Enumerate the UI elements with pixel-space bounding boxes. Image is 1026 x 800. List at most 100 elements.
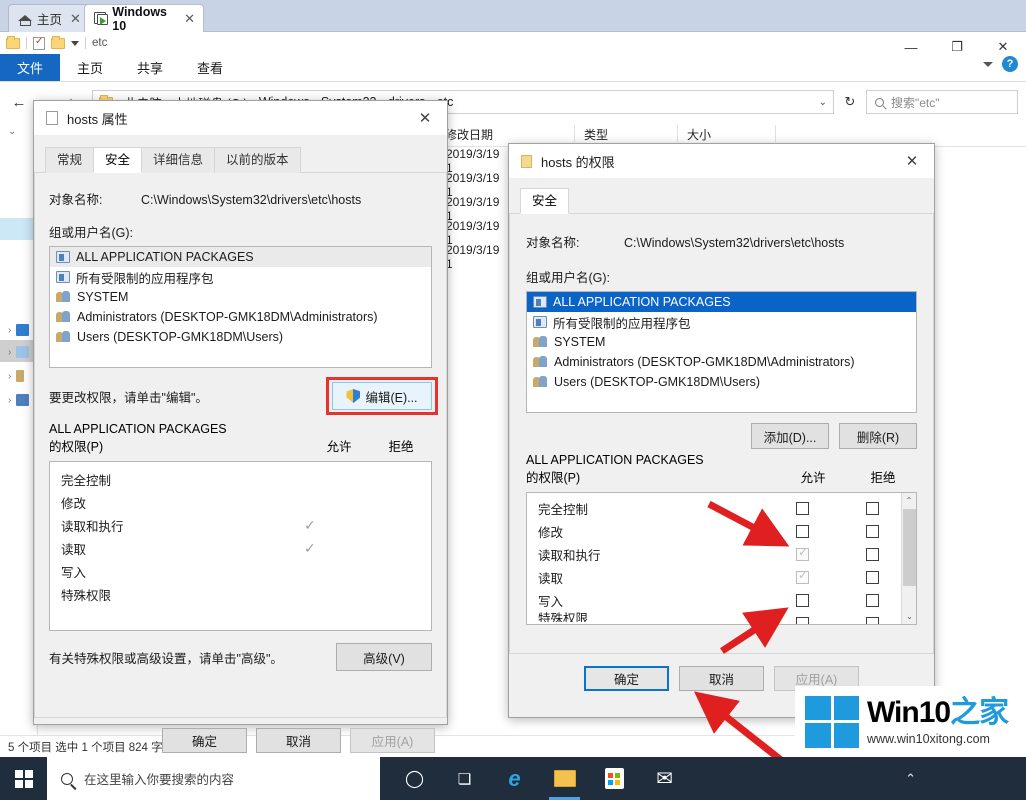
allow-checkbox[interactable] <box>796 617 809 624</box>
ribbon-tab-home[interactable]: 主页 <box>60 54 120 81</box>
cancel-button[interactable]: 取消 <box>679 666 764 691</box>
list-item[interactable]: SYSTEM <box>527 332 916 352</box>
chevron-down-icon[interactable] <box>71 40 79 46</box>
home-icon <box>18 12 32 26</box>
new-folder-icon[interactable] <box>51 35 65 49</box>
column-header-size[interactable]: 大小 <box>687 126 711 143</box>
deny-checkbox[interactable] <box>866 502 879 515</box>
chevron-right-icon[interactable]: › <box>8 371 11 382</box>
group-list[interactable]: ALL APPLICATION PACKAGES 所有受限制的应用程序包 SYS… <box>49 246 432 368</box>
ok-button[interactable]: 确定 <box>584 666 669 691</box>
tab-windows-10[interactable]: Windows 10 ✕ <box>84 4 204 33</box>
remove-button[interactable]: 删除(R) <box>839 423 917 449</box>
permission-row[interactable]: 写入 <box>50 560 431 583</box>
vertical-scrollbar[interactable]: ⌃ ⌄ <box>901 493 916 624</box>
add-button[interactable]: 添加(D)... <box>751 423 829 449</box>
chevron-right-icon[interactable]: › <box>8 325 11 336</box>
list-item[interactable]: Administrators (DESKTOP-GMK18DM\Administ… <box>527 352 916 372</box>
list-item[interactable]: ALL APPLICATION PACKAGES <box>50 247 431 267</box>
cortana-icon[interactable]: ◯ <box>390 757 439 800</box>
ok-button[interactable]: 确定 <box>162 728 247 753</box>
ribbon-tab-view[interactable]: 查看 <box>180 54 240 81</box>
taskbar-search-input[interactable]: 在这里输入你要搜索的内容 <box>47 757 380 800</box>
list-item[interactable]: 所有受限制的应用程序包 <box>527 312 916 332</box>
tab-previous-versions[interactable]: 以前的版本 <box>214 147 301 173</box>
chevron-down-icon[interactable]: ⌄ <box>819 97 827 108</box>
search-icon <box>61 772 73 785</box>
start-button[interactable] <box>0 757 47 800</box>
allow-checkbox[interactable] <box>796 525 809 538</box>
permission-row[interactable]: 读取 <box>527 566 916 589</box>
tab-security[interactable]: 安全 <box>93 147 143 173</box>
refresh-icon[interactable]: ↻ <box>838 94 862 110</box>
permission-name: 写入 <box>61 566 87 580</box>
deny-checkbox[interactable] <box>866 571 879 584</box>
edge-icon[interactable]: e <box>490 757 539 800</box>
chevron-down-icon[interactable]: ⌄ <box>8 126 16 137</box>
file-date: 2019/3/19 1 <box>446 243 500 271</box>
column-divider[interactable] <box>775 125 776 142</box>
permission-row[interactable]: 修改 <box>527 520 916 543</box>
list-item-label: Users (DESKTOP-GMK18DM\Users) <box>554 375 761 389</box>
column-divider[interactable] <box>574 125 575 142</box>
tab-details[interactable]: 详细信息 <box>141 147 216 173</box>
permission-row[interactable]: 修改 <box>50 491 431 514</box>
advanced-button[interactable]: 高级(V) <box>336 643 432 671</box>
close-icon[interactable]: ✕ <box>890 144 934 178</box>
help-icon[interactable]: ? <box>1002 56 1018 72</box>
allow-checkbox[interactable] <box>796 594 809 607</box>
list-item[interactable]: 所有受限制的应用程序包 <box>50 267 431 287</box>
permission-row[interactable]: 读取和执行 ✓ <box>50 514 431 537</box>
tab-close-icon[interactable]: ✕ <box>70 11 81 27</box>
properties-icon[interactable] <box>33 36 45 50</box>
chevron-up-icon[interactable]: ⌃ <box>905 771 916 787</box>
deny-checkbox[interactable] <box>866 525 879 538</box>
list-item[interactable]: Users (DESKTOP-GMK18DM\Users) <box>50 327 431 347</box>
list-item[interactable]: Administrators (DESKTOP-GMK18DM\Administ… <box>50 307 431 327</box>
permission-row[interactable]: 特殊权限 <box>527 612 916 624</box>
ribbon-tab-file[interactable]: 文件 <box>0 54 61 81</box>
allow-checkbox[interactable] <box>796 502 809 515</box>
close-icon[interactable]: ✕ <box>403 101 447 135</box>
network-icon <box>16 394 30 406</box>
list-item[interactable]: SYSTEM <box>50 287 431 307</box>
search-input[interactable]: 搜索"etc" <box>866 90 1018 114</box>
permission-row[interactable]: 读取 ✓ <box>50 537 431 560</box>
permission-row[interactable]: 读取和执行 <box>527 543 916 566</box>
permission-row[interactable]: 特殊权限 <box>50 583 431 606</box>
group-list[interactable]: ALL APPLICATION PACKAGES 所有受限制的应用程序包 SYS… <box>526 291 917 413</box>
tab-security[interactable]: 安全 <box>520 188 570 214</box>
permission-row[interactable]: 完全控制 <box>50 468 431 491</box>
column-header-type[interactable]: 类型 <box>584 126 608 143</box>
column-divider[interactable] <box>677 125 678 142</box>
deny-checkbox[interactable] <box>866 594 879 607</box>
tab-general[interactable]: 常规 <box>45 147 95 173</box>
chevron-right-icon[interactable]: › <box>8 347 11 358</box>
microsoft-store-icon[interactable] <box>590 757 639 800</box>
tab-windows-10-label: Windows 10 <box>112 4 168 33</box>
permission-row[interactable]: 完全控制 <box>527 497 916 520</box>
file-explorer-icon[interactable] <box>540 757 589 800</box>
folder-icon[interactable] <box>6 35 20 49</box>
ribbon-tab-share[interactable]: 共享 <box>120 54 180 81</box>
cancel-button[interactable]: 取消 <box>256 728 341 753</box>
scroll-down-icon[interactable]: ⌄ <box>902 609 916 624</box>
scrollbar-thumb[interactable] <box>903 509 916 586</box>
file-icon <box>46 111 58 125</box>
chevron-right-icon[interactable]: › <box>8 395 11 406</box>
permission-list[interactable]: 完全控制 修改 读取和执行 读取 <box>526 492 917 625</box>
deny-checkbox[interactable] <box>866 548 879 561</box>
task-view-icon[interactable]: ❏ <box>440 757 489 800</box>
scroll-up-icon[interactable]: ⌃ <box>902 493 916 508</box>
permission-row[interactable]: 写入 <box>527 589 916 612</box>
chevron-down-icon[interactable] <box>983 61 993 67</box>
column-header-date[interactable]: 修改日期 <box>445 126 493 143</box>
permission-list[interactable]: 完全控制 修改 读取和执行 ✓ 读取 ✓ 写入 特殊权限 <box>49 461 432 631</box>
tab-close-icon[interactable]: ✕ <box>184 11 195 27</box>
mail-icon[interactable]: ✉ <box>640 757 689 800</box>
list-item[interactable]: ALL APPLICATION PACKAGES <box>527 292 916 312</box>
deny-checkbox[interactable] <box>866 617 879 624</box>
back-button[interactable]: ← <box>8 94 30 111</box>
list-item[interactable]: Users (DESKTOP-GMK18DM\Users) <box>527 372 916 392</box>
edit-button[interactable]: 编辑(E)... <box>332 382 432 410</box>
